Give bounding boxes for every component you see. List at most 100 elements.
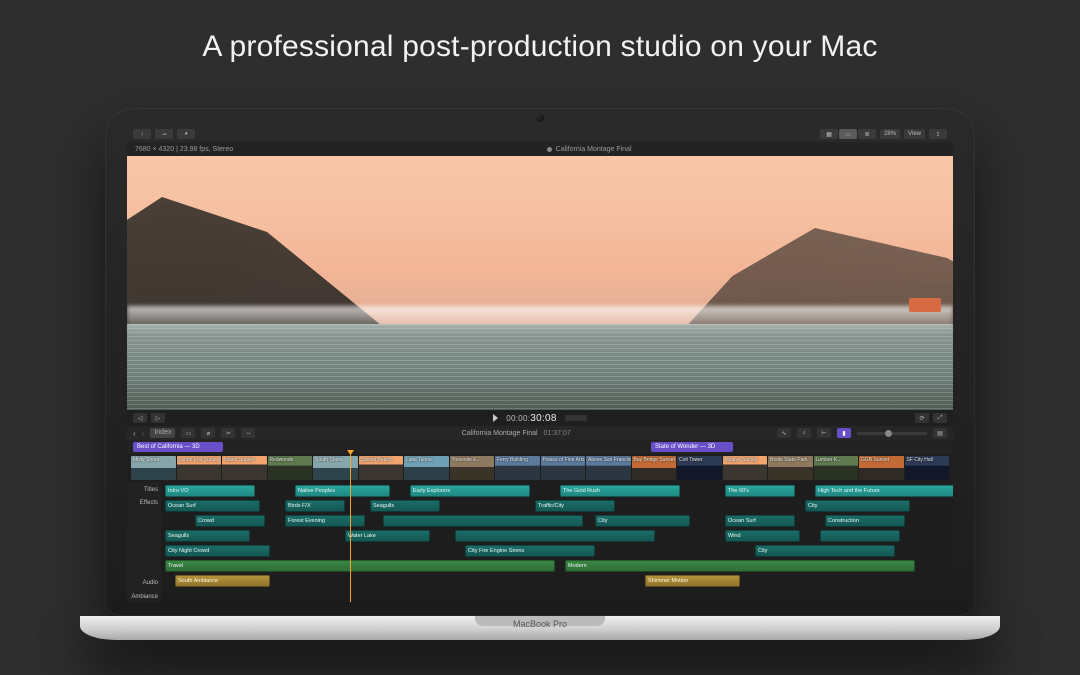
timeline-history-back[interactable]: ‹ [133,429,136,438]
tc-big: 30:08 [530,413,557,424]
thumbnail-clip[interactable] [814,456,859,480]
timeline-history-fwd[interactable]: › [142,429,145,438]
tool-trim[interactable]: ⌀ [201,428,215,438]
track-lane[interactable]: City Night Crowd City Fire Engine Sirens C… [165,545,949,557]
timeline-clip[interactable]: Traffic/City [535,500,615,512]
track-lane[interactable]: Seagulls Water Lake Wind [165,530,949,542]
thumbnail-clip[interactable] [313,456,358,480]
skimmer-prev[interactable]: ◁ [133,413,147,423]
track-lane[interactable]: Travel Modern [165,560,949,572]
timeline-clip[interactable] [820,530,900,542]
track-lane[interactable]: Crowd Forest Evening City Ocean Surf Constru… [165,515,949,527]
storyline-chip[interactable]: Best of California — 3D [133,442,223,452]
audio-skim-toggle[interactable]: ♪ [797,428,811,438]
thumbnail-clip[interactable] [586,456,631,480]
timeline-index-button[interactable]: Index [150,428,175,438]
keyword-button[interactable]: ⊸ [155,129,173,139]
lane-label [127,538,161,548]
thumbnail-clip[interactable] [677,456,722,480]
zoom-slider[interactable] [857,432,927,435]
timeline-clip[interactable]: City [755,545,895,557]
track-lane[interactable]: South Ambiance Shimmer Motion [165,575,949,587]
laptop-frame: ↓ ⊸ ◕ ▦ ▭ ≣ 28% View ⇪ 7680 × 4320 | 23.… [105,108,975,640]
thumbnail-clip[interactable] [131,456,176,480]
timeline-clip[interactable]: Water Lake [345,530,430,542]
marker-chip[interactable] [909,298,941,312]
track-lane[interactable]: Intro VO Native Peoples Early Explorers The… [165,485,949,497]
timeline-clip[interactable]: Ocean Surf [165,500,260,512]
bg-tasks-button[interactable]: ◕ [177,129,195,139]
timeline-clip[interactable]: Seagulls [165,530,250,542]
loop-button[interactable]: ⟳ [915,413,929,423]
timeline-clip[interactable]: City [595,515,690,527]
thumbnail-clip[interactable] [541,456,586,480]
timeline-clip[interactable]: Native Peoples [295,485,390,497]
timeline-clip[interactable]: City [805,500,910,512]
timeline-duration: 01:37:07 [544,430,571,437]
timeline-clip[interactable]: Early Explorers [410,485,530,497]
video-viewer[interactable] [127,156,953,410]
zoom-knob[interactable] [885,430,892,437]
timeline-clip[interactable]: City Night Crowd [165,545,270,557]
zoom-percent[interactable]: 28% [880,129,900,139]
timeline-tracks[interactable]: TitlesEffectsAudioAmbiance Intro VONativ… [127,482,953,602]
timeline-clip[interactable]: Travel [165,560,555,572]
timeline-clip[interactable] [455,530,655,542]
skimmer-next[interactable]: ▷ [151,413,165,423]
track-lane[interactable]: Ocean Surf Birds F/X Seagulls Traffic/City C… [165,500,949,512]
view-menu[interactable]: View [904,129,925,139]
layout-browser[interactable]: ▦ [820,129,838,139]
timeline-clip[interactable]: Shimmer Motion [645,575,740,587]
timeline-clip[interactable]: High Tech and the Future [815,485,953,497]
layout-timeline[interactable]: ≣ [858,129,876,139]
timeline-clip[interactable]: Ocean Surf [725,515,795,527]
layout-toggle[interactable]: ▦ ▭ ≣ [820,129,876,139]
layout-dual[interactable]: ▭ [839,129,857,139]
lane-label: Audio [127,578,161,588]
timeline-clip[interactable]: Seagulls [370,500,440,512]
thumbnail-clip[interactable] [768,456,813,480]
webcam-dot [536,114,544,122]
thumbnail-clip[interactable] [723,456,768,480]
tool-blade[interactable]: ✂ [221,428,235,438]
thumbnail-clip[interactable] [495,456,540,480]
thumbnail-clip[interactable] [859,456,904,480]
timeline-clip[interactable]: City Fire Engine Sirens [465,545,595,557]
tc-prefix: 00:00: [506,414,530,423]
play-icon[interactable] [493,414,498,422]
solo-toggle[interactable]: ▮ [837,428,851,438]
play-bar: ◁ ▷ 00:00:30:08 ⟳ ⤢ [127,410,953,426]
thumbnail-clip[interactable] [359,456,404,480]
thumbnail-clip[interactable] [632,456,677,480]
thumbnail-clip[interactable] [404,456,449,480]
thumbnail-clip[interactable] [268,456,313,480]
tool-select[interactable]: ▭ [181,428,195,438]
timeline-clip[interactable]: Intro VO [165,485,255,497]
clip-appearance[interactable]: ▤ [933,428,947,438]
tool-position[interactable]: ↔ [241,428,255,438]
thumbnail-clip[interactable] [177,456,222,480]
timeline-clip[interactable]: Construction [825,515,905,527]
fullscreen-button[interactable]: ⤢ [933,413,947,423]
timeline-clip[interactable]: Modern [565,560,915,572]
timeline-clip[interactable] [383,515,583,527]
lane-label [127,525,161,535]
snap-toggle[interactable]: ⊢ [817,428,831,438]
share-button[interactable]: ⇪ [929,129,947,139]
timeline-clip[interactable]: Forest Evening [285,515,365,527]
storyline-chip[interactable]: State of Wonder — 3D [651,442,733,452]
thumbnail-clip[interactable] [905,456,950,480]
timeline-clip[interactable]: The Gold Rush [560,485,680,497]
thumbnail-track[interactable] [127,454,953,482]
timeline-clip[interactable]: Crowd [195,515,265,527]
timeline-clip[interactable]: South Ambiance [175,575,270,587]
import-button[interactable]: ↓ [133,129,151,139]
thumbnail-clip[interactable] [450,456,495,480]
timeline-clip[interactable]: Wind [725,530,800,542]
thumbnail-clip[interactable] [222,456,267,480]
timeline-clip[interactable]: Birds F/X [285,500,345,512]
skimming-toggle[interactable]: ∿ [777,428,791,438]
timeline-clip[interactable]: The 60's [725,485,795,497]
app-toolbar: ↓ ⊸ ◕ ▦ ▭ ≣ 28% View ⇪ [127,126,953,142]
project-title: California Montage Final [556,146,632,153]
